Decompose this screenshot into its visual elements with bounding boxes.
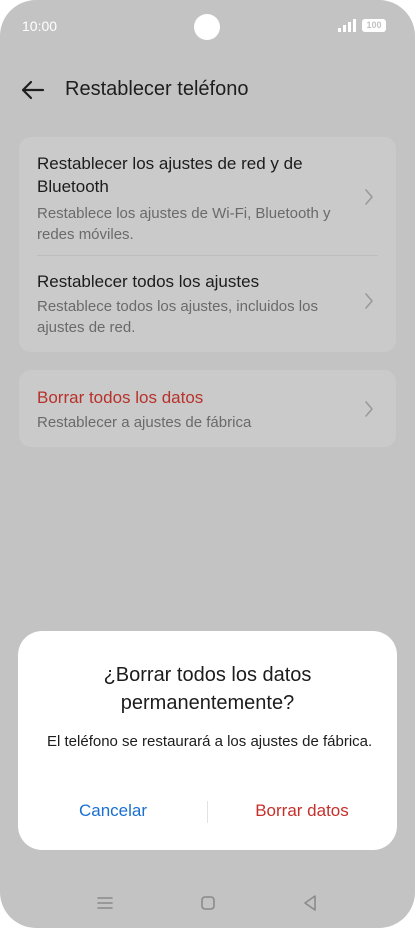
- erase-data-button[interactable]: Borrar datos: [217, 796, 387, 826]
- signal-bars-icon: [338, 19, 356, 32]
- menu-icon[interactable]: [92, 890, 118, 916]
- confirm-erase-dialog: ¿Borrar todos los datos permanentemente?…: [18, 631, 397, 850]
- reset-network-subtitle: Restablece los ajustes de Wi-Fi, Bluetoo…: [37, 205, 331, 243]
- navigation-bar: [0, 880, 415, 924]
- chevron-right-icon: [365, 189, 373, 205]
- chevron-right-icon: [365, 293, 373, 309]
- phone-screen: 10:00 100 Restablecer teléfono Restablec…: [0, 0, 415, 928]
- page-title: Restablecer teléfono: [65, 78, 249, 100]
- dialog-title: ¿Borrar todos los datos permanentemente?: [103, 664, 312, 714]
- cancel-button[interactable]: Cancelar: [38, 796, 188, 826]
- reset-all-settings-item[interactable]: Restablecer todos los ajustes Restablece…: [19, 256, 396, 352]
- erase-card: Borrar todos los datos Restablecer a aju…: [19, 370, 396, 447]
- back-triangle-icon[interactable]: [297, 890, 323, 916]
- reset-network-title: Restablecer los ajustes de red y de Blue…: [37, 154, 303, 196]
- home-icon[interactable]: [195, 890, 221, 916]
- reset-network-item[interactable]: Restablecer los ajustes de red y de Blue…: [19, 137, 396, 255]
- button-separator: [207, 801, 208, 823]
- reset-all-settings-title: Restablecer todos los ajustes: [37, 272, 260, 291]
- battery-icon: 100: [362, 19, 386, 32]
- status-time: 10:00: [22, 18, 58, 34]
- status-bar: 10:00 100: [0, 0, 415, 52]
- erase-all-data-item[interactable]: Borrar todos los datos Restablecer a aju…: [19, 370, 396, 447]
- dialog-message: El teléfono se restaurará a los ajustes …: [47, 733, 373, 750]
- reset-options-card: Restablecer los ajustes de red y de Blue…: [19, 137, 396, 352]
- front-camera: [194, 14, 220, 40]
- chevron-right-icon: [365, 401, 373, 417]
- erase-all-data-title: Borrar todos los datos: [37, 388, 204, 407]
- erase-all-data-subtitle: Restablecer a ajustes de fábrica: [37, 414, 252, 431]
- reset-all-settings-subtitle: Restablece todos los ajustes, incluidos …: [37, 298, 318, 336]
- arrow-left-icon[interactable]: [18, 76, 48, 104]
- app-bar: Restablecer teléfono: [0, 66, 415, 114]
